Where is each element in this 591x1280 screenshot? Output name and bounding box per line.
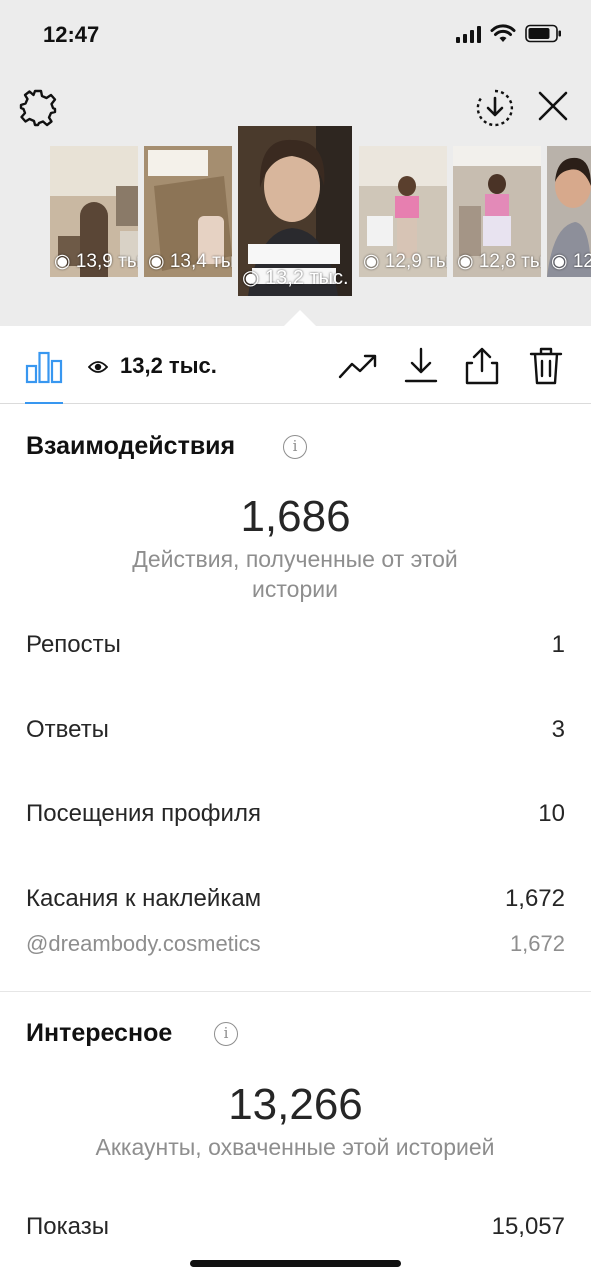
- share-icon[interactable]: [464, 346, 500, 386]
- stat-row-sticker-mention[interactable]: @dreambody.cosmetics 1,672: [26, 931, 565, 965]
- story-views-value: 12,9 тыс.: [384, 251, 447, 272]
- section-divider: [0, 991, 591, 992]
- stat-row-sticker-taps: Касания к наклейкам 1,672: [26, 885, 565, 919]
- story-views-label: ◉ 12,…: [551, 250, 591, 273]
- stat-value: 15,057: [491, 1213, 565, 1240]
- info-icon[interactable]: i: [214, 1022, 238, 1046]
- stat-label: Ответы: [26, 716, 109, 743]
- trash-icon[interactable]: [528, 346, 564, 386]
- download-icon[interactable]: [403, 346, 439, 384]
- story-views-label: ◉ 12,9 тыс.: [363, 250, 447, 273]
- story-views-value: 12,8 тыс.: [478, 251, 541, 272]
- story-picker-area: 12:47 ◉ 13,9 ты ◉ 13,4 ты ◉ 13,2 тыс. ◉ …: [0, 0, 591, 326]
- story-views-value: 13,9 тыс.: [75, 251, 138, 272]
- story-thumbnail[interactable]: ◉ 12,…: [547, 146, 591, 277]
- story-thumbnail-selected[interactable]: ◉ 13,2 тыс.: [238, 126, 352, 296]
- interactions-total: 1,686: [240, 492, 351, 541]
- stat-value: 10: [538, 800, 565, 827]
- story-thumbnail[interactable]: ◉ 12,9 тыс.: [359, 146, 447, 277]
- status-bar: 12:47: [0, 0, 591, 70]
- story-views-value: 13,2 тыс.: [265, 267, 349, 289]
- stat-row-replies: Ответы 3: [26, 716, 565, 750]
- stat-row-reposts: Репосты 1: [26, 631, 565, 665]
- active-tab-indicator: [25, 402, 63, 404]
- status-icons: [456, 24, 563, 43]
- stat-row-impressions: Показы 15,057: [26, 1213, 565, 1247]
- stat-label: Посещения профиля: [26, 800, 261, 827]
- story-views-count: 13,2 тыс.: [120, 353, 217, 378]
- story-carousel: ◉ 13,9 тыс. ◉ 13,4 тыс. ◉ 13,2 тыс.: [0, 126, 591, 301]
- discovery-total: 13,266: [228, 1080, 363, 1129]
- insights-chart-icon[interactable]: [25, 350, 63, 384]
- wifi-icon: [490, 24, 516, 42]
- interactions-title: Взаимодействия: [26, 432, 236, 460]
- status-time: 12:47: [43, 22, 100, 47]
- signal-icon: [456, 25, 481, 43]
- stat-value: 1,672: [509, 931, 565, 956]
- story-views-label: ◉ 13,2 тыс.: [242, 267, 349, 289]
- stat-label: Показы: [26, 1213, 109, 1240]
- info-icon[interactable]: i: [283, 435, 307, 459]
- interactions-description: Действия, полученные от этой истории: [132, 546, 458, 602]
- story-toolbar: 13,2 тыс.: [0, 326, 591, 404]
- home-indicator[interactable]: [190, 1260, 401, 1267]
- stat-value: 1: [551, 631, 565, 658]
- save-story-icon[interactable]: [475, 88, 515, 128]
- story-views-value: 13,4 тыс.: [169, 251, 232, 272]
- sticker-mention-label: @dreambody.cosmetics: [26, 931, 261, 956]
- stat-row-profile-visits: Посещения профиля 10: [26, 800, 565, 834]
- trending-up-icon[interactable]: [338, 352, 378, 380]
- settings-gear-icon[interactable]: [18, 88, 58, 128]
- stat-value: 1,672: [504, 885, 565, 912]
- story-views-label: ◉ 12,8 тыс.: [457, 250, 541, 273]
- story-thumbnail[interactable]: ◉ 12,8 тыс.: [453, 146, 541, 277]
- stat-label: Репосты: [26, 631, 121, 658]
- story-thumbnail[interactable]: ◉ 13,9 тыс.: [50, 146, 138, 277]
- stat-label: Касания к наклейкам: [26, 885, 262, 912]
- story-views-value: 12,…: [572, 251, 591, 272]
- discovery-description: Аккаунты, охваченные этой историей: [95, 1134, 495, 1160]
- selected-story-pointer: [284, 310, 316, 326]
- story-thumbnail[interactable]: ◉ 13,4 тыс.: [144, 146, 232, 277]
- stat-value: 3: [551, 716, 565, 743]
- story-views-label: ◉ 13,4 тыс.: [148, 250, 232, 273]
- close-icon[interactable]: [535, 88, 571, 124]
- battery-icon: [525, 24, 561, 43]
- eye-icon: [88, 361, 108, 373]
- story-views-label: ◉ 13,9 тыс.: [54, 250, 138, 273]
- discovery-title: Интересное: [26, 1019, 173, 1047]
